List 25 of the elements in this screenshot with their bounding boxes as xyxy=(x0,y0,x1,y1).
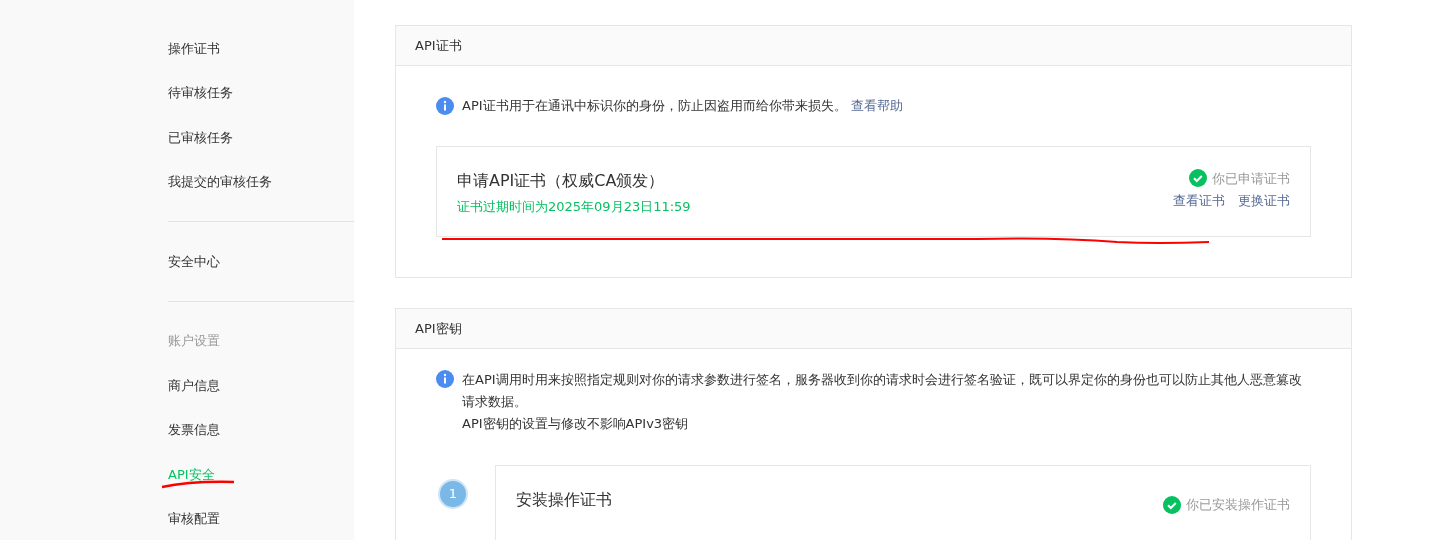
panel-title: API密钥 xyxy=(396,309,1351,349)
info-icon xyxy=(436,370,454,388)
notice-text: API密钥的设置与修改不影响APIv3密钥 xyxy=(462,415,690,433)
sidebar-item[interactable]: 审核配置 xyxy=(168,496,220,540)
notice-text: 在API调用时用来按照指定规则对你的请求参数进行签名，服务器收到你的请求时会进行签名验证，既可以界定你的身份也可以防止其他人恶意篡改请求数据。 xyxy=(462,371,1303,411)
status-text: 你已安装操作证书 xyxy=(1186,496,1290,515)
expiry-text: 证书过期时间为2025年09月23日11:59 xyxy=(457,197,691,216)
sidebar-item[interactable]: 发票信息 xyxy=(168,407,220,452)
action-link[interactable]: 查看证书 xyxy=(1173,191,1225,211)
status-text: 你已申请证书 xyxy=(1212,169,1290,188)
sidebar-item[interactable]: 待审核任务 xyxy=(168,70,233,115)
info-icon xyxy=(436,97,454,115)
action-link[interactable]: 更换证书 xyxy=(1238,191,1290,211)
sidebar-item[interactable]: 商户信息 xyxy=(168,363,220,408)
certificate-title: 申请API证书（权威CA颁发） xyxy=(457,169,666,192)
step-title: 安装操作证书 xyxy=(516,489,612,511)
notice-text: API证书用于在通讯中标识你的身份，防止因盗用而给你带来损失。 查看帮助 xyxy=(462,97,903,115)
sidebar-item[interactable]: 已审核任务 xyxy=(168,115,233,160)
panel-title: API证书 xyxy=(396,26,1351,66)
section-heading: 账户设置 xyxy=(168,332,221,350)
help-link[interactable]: 查看帮助 xyxy=(850,98,903,113)
step-number: 1 xyxy=(438,479,468,509)
sidebar-item[interactable]: 操作证书 xyxy=(168,26,220,71)
sidebar-item[interactable]: 我提交的审核任务 xyxy=(168,159,272,204)
sidebar-item[interactable]: 安全中心 xyxy=(168,239,220,284)
